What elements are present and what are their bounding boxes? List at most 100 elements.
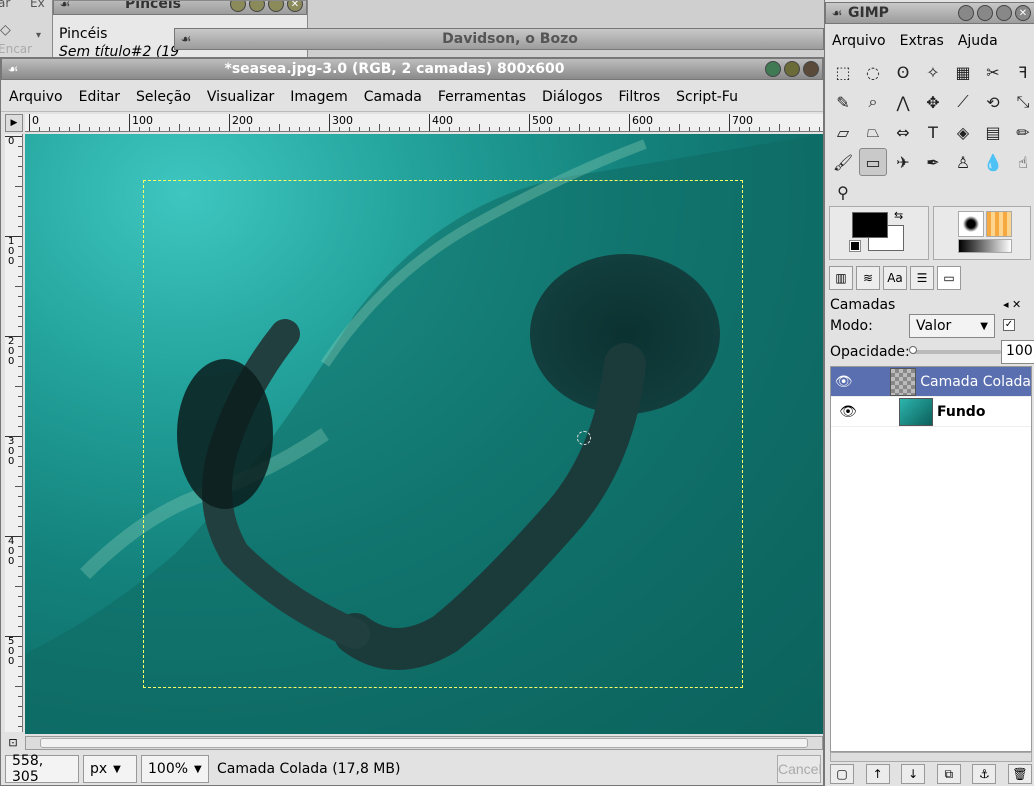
dodge-burn-icon[interactable]: ⚲ <box>829 178 857 206</box>
smudge-icon[interactable]: ☝ <box>1009 148 1034 176</box>
shade-icon[interactable] <box>958 5 974 21</box>
menu-visualizar[interactable]: Visualizar <box>199 89 282 105</box>
ruler-minor-tick <box>379 124 380 131</box>
close-icon[interactable]: ✕ <box>287 1 303 12</box>
crop-icon[interactable]: ⟋ <box>949 88 977 116</box>
foreground-color-swatch[interactable] <box>852 212 888 238</box>
rotate-icon[interactable]: ⟲ <box>979 88 1007 116</box>
maximize-icon[interactable] <box>268 1 284 12</box>
blur-icon[interactable]: 💧 <box>979 148 1007 176</box>
clone-icon[interactable]: ♙ <box>949 148 977 176</box>
ruler-minor-tick <box>149 127 150 131</box>
brushes-titlebar[interactable]: ☙ Pincéis ✕ <box>53 1 307 15</box>
flip-icon[interactable]: ⇔ <box>889 118 917 146</box>
close-icon[interactable]: ✕ <box>1015 5 1031 21</box>
eraser-icon[interactable]: ▭ <box>859 148 887 176</box>
image-canvas[interactable] <box>25 134 823 734</box>
lower-layer-icon[interactable]: ↓ <box>901 764 926 784</box>
pattern-preview[interactable] <box>986 211 1012 237</box>
fuzzy-select-icon[interactable]: ✧ <box>919 58 947 86</box>
blend-icon[interactable]: ▤ <box>979 118 1007 146</box>
vertical-ruler[interactable]: 01 0 02 0 03 0 04 0 05 0 0 <box>5 134 23 732</box>
menu-extras[interactable]: Extras <box>893 33 951 49</box>
opacity-slider-knob[interactable] <box>909 346 917 354</box>
close-icon[interactable]: ◂ ✕ <box>1003 298 1021 311</box>
zoom-select[interactable]: 100% ▼ <box>141 755 209 783</box>
pencil-icon[interactable]: ✏ <box>1009 118 1034 146</box>
maximize-icon[interactable] <box>803 61 819 77</box>
opacity-slider[interactable] <box>911 350 1001 354</box>
duplicate-layer-icon[interactable]: ⧉ <box>936 764 961 784</box>
raise-layer-icon[interactable]: ↑ <box>865 764 890 784</box>
shear-icon[interactable]: ▱ <box>829 118 857 146</box>
ruler-minor-tick <box>509 127 510 131</box>
layers-tab-icon[interactable]: ≋ <box>856 266 880 290</box>
ruler-minor-tick <box>309 127 310 131</box>
horizontal-ruler[interactable]: 0 100 200 300 400 500 600 700 <box>25 114 823 132</box>
free-select-icon[interactable]: ʘ <box>889 58 917 86</box>
reset-colors-icon[interactable] <box>849 240 861 252</box>
anchor-layer-icon[interactable]: ⚓ <box>972 764 997 784</box>
ruler-minor-tick <box>18 456 22 457</box>
color-select-icon[interactable]: ▦ <box>949 58 977 86</box>
menu-dialogos[interactable]: Diálogos <box>534 89 610 105</box>
paths-icon[interactable]: ✎ <box>829 88 857 116</box>
rect-select-icon[interactable]: ⬚ <box>829 58 857 86</box>
bozo-titlebar[interactable]: ☙ Davidson, o Bozo <box>174 28 824 50</box>
menu-selecao[interactable]: Seleção <box>128 89 199 105</box>
layers-scrollbar[interactable] <box>830 752 1032 762</box>
minimize-icon[interactable] <box>249 1 265 12</box>
scale-icon[interactable]: ⤡ <box>1009 88 1034 116</box>
menu-camada[interactable]: Camada <box>356 89 430 105</box>
tool-options-tab-icon[interactable]: ▥ <box>829 266 853 290</box>
eraser-tab-icon[interactable]: ▭ <box>937 266 961 290</box>
shade-icon[interactable] <box>765 61 781 77</box>
ruler-corner-button[interactable]: ▶ <box>5 114 23 132</box>
scissors-icon[interactable]: ✂ <box>979 58 1007 86</box>
menu-imagem[interactable]: Imagem <box>282 89 355 105</box>
channels-tab-icon[interactable]: ☰ <box>910 266 934 290</box>
menu-arquivo[interactable]: Arquivo <box>1 89 71 105</box>
delete-layer-icon[interactable]: 🗑 <box>1007 764 1032 784</box>
lock-alpha-checkbox[interactable]: ✓ <box>1003 319 1015 331</box>
perspective-icon[interactable]: ⏢ <box>859 118 887 146</box>
opacity-spinbutton[interactable]: 100,0 <box>1001 340 1034 364</box>
menu-editar[interactable]: Editar <box>71 89 128 105</box>
swap-colors-icon[interactable]: ⇆ <box>894 209 903 222</box>
scrollbar-thumb[interactable] <box>40 738 808 748</box>
gradient-preview[interactable] <box>958 239 1012 253</box>
menu-ferramentas[interactable]: Ferramentas <box>430 89 534 105</box>
paintbrush-icon[interactable]: 🖌 <box>829 148 857 176</box>
mode-select[interactable]: Valor ▼ <box>909 314 995 338</box>
bucket-fill-icon[interactable]: ◈ <box>949 118 977 146</box>
ink-icon[interactable]: ✒ <box>919 148 947 176</box>
menu-script-fu[interactable]: Script-Fu <box>668 89 746 105</box>
ellipse-select-icon[interactable]: ◌ <box>859 58 887 86</box>
cancel-button[interactable]: Cancelar <box>777 755 821 783</box>
text-icon[interactable]: T <box>919 118 947 146</box>
minimize-icon[interactable] <box>784 61 800 77</box>
toolbox-titlebar[interactable]: ☙ GIMP ✕ <box>825 2 1034 24</box>
new-layer-icon[interactable]: ▢ <box>830 764 854 784</box>
magnify-icon[interactable]: ⌕ <box>859 88 887 116</box>
menu-ajuda[interactable]: Ajuda <box>951 33 1005 49</box>
menu-filtros[interactable]: Filtros <box>611 89 669 105</box>
unit-select[interactable]: px ▼ <box>83 755 137 783</box>
brush-preview[interactable] <box>958 211 984 237</box>
layer-row[interactable]: 👁 Camada Colada <box>831 367 1031 397</box>
menu-arquivo[interactable]: Arquivo <box>825 33 893 49</box>
measure-icon[interactable]: ⋀ <box>889 88 917 116</box>
maximize-icon[interactable] <box>996 5 1012 21</box>
fonts-tab-icon[interactable]: Aa <box>883 266 907 290</box>
horizontal-scrollbar[interactable] <box>25 736 823 750</box>
navigate-icon[interactable]: ⊡ <box>5 736 21 750</box>
image-titlebar[interactable]: ☙ *seasea.jpg-3.0 (RGB, 2 camadas) 800x6… <box>1 58 823 80</box>
shade-icon[interactable] <box>230 1 246 12</box>
visibility-eye-icon[interactable]: 👁 <box>831 374 856 390</box>
visibility-eye-icon[interactable]: 👁 <box>831 404 865 420</box>
minimize-icon[interactable] <box>977 5 993 21</box>
move-icon[interactable]: ✥ <box>919 88 947 116</box>
airbrush-icon[interactable]: ✈ <box>889 148 917 176</box>
layer-row[interactable]: 👁 Fundo <box>831 397 1031 427</box>
foreground-select-icon[interactable]: ꟻ <box>1009 58 1034 86</box>
